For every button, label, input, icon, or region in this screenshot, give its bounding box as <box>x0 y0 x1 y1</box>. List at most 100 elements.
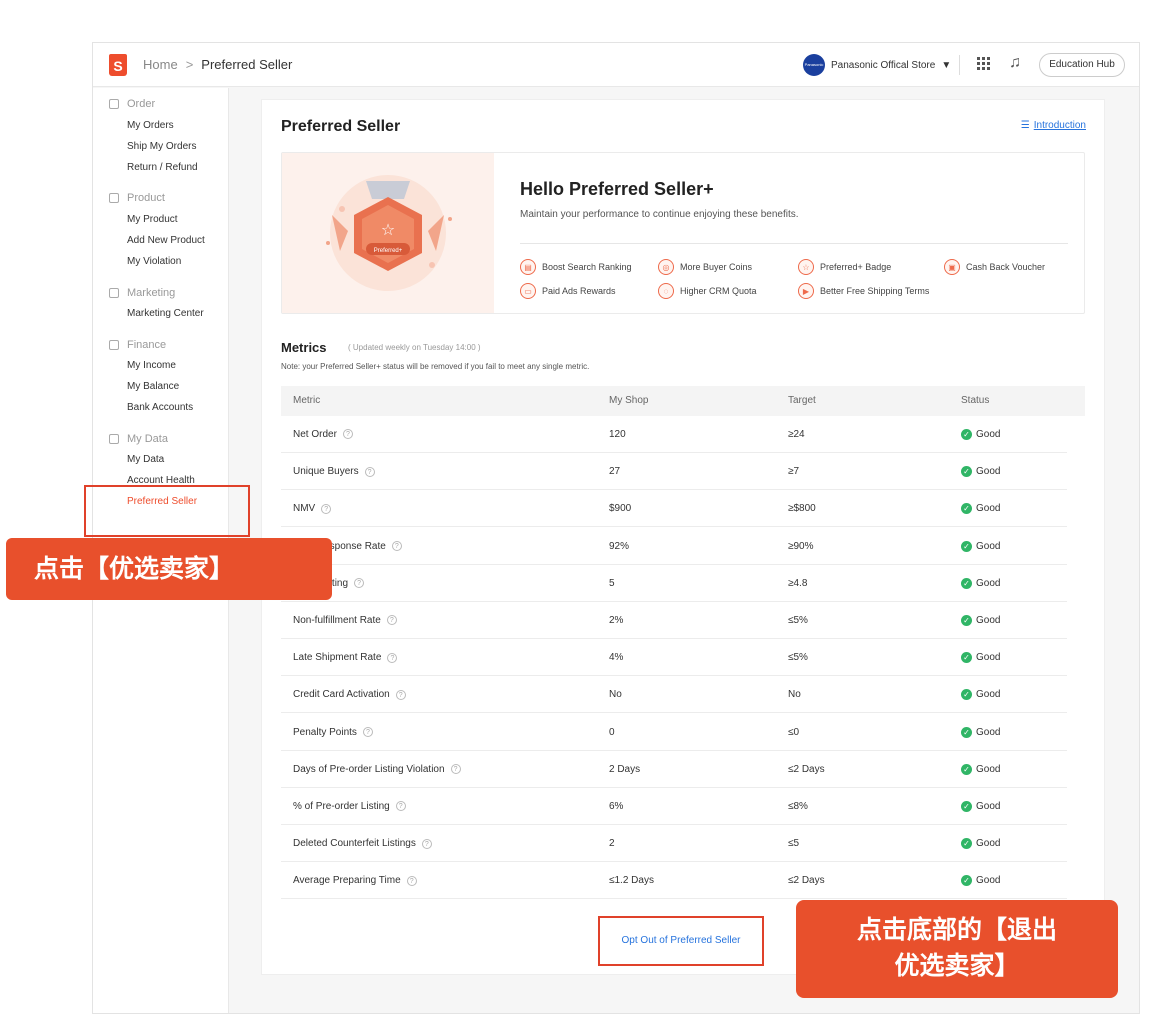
table-row: Days of Pre-order Listing Violation? 2 Da… <box>281 751 1067 788</box>
bell-icon[interactable]: ♫ <box>1009 54 1021 72</box>
target-value: ≤2 Days <box>788 875 825 887</box>
table-row: % of Pre-order Listing? 6% ≤8% ✓ Good <box>281 788 1067 825</box>
table-row: Non-fulfillment Rate? 2% ≤5% ✓ Good <box>281 602 1067 639</box>
tag-icon <box>109 288 119 298</box>
my-shop-value: 4% <box>609 652 624 664</box>
target-value: No <box>788 689 801 701</box>
sidebar-item-marketing-center[interactable]: Marketing Center <box>127 308 204 319</box>
table-row: Net Order? 120 ≥24 ✓ Good <box>281 416 1067 453</box>
metric-name: Penalty Points? <box>293 727 373 738</box>
my-shop-value: 5 <box>609 577 615 589</box>
sidebar-section-finance: Finance <box>109 339 166 351</box>
target-value: ≤5 <box>788 838 800 850</box>
help-icon[interactable]: ? <box>386 615 397 626</box>
my-shop-value: 27 <box>609 466 621 478</box>
benefit-more-coins: ◎ More Buyer Coins <box>658 259 752 275</box>
sidebar-item-ship-my-orders[interactable]: Ship My Orders <box>127 141 196 152</box>
sidebar-item-my-balance[interactable]: My Balance <box>127 381 179 392</box>
help-icon[interactable]: ? <box>387 652 398 663</box>
help-icon[interactable]: ? <box>321 503 332 514</box>
help-icon[interactable]: ? <box>450 764 461 775</box>
metrics-table-header: Metric My Shop Target Status <box>281 386 1085 416</box>
benefit-paid-ads: ▭ Paid Ads Rewards <box>520 283 616 299</box>
my-shop-value: ≤1.2 Days <box>609 875 654 887</box>
help-icon[interactable]: ? <box>391 540 402 551</box>
store-name: Panasonic Offical Store <box>831 59 936 71</box>
opt-out-button[interactable]: Opt Out of Preferred Seller <box>598 916 764 966</box>
help-icon[interactable]: ? <box>364 466 375 477</box>
callout-click-preferred-seller: 点击【优选卖家】 <box>6 538 332 600</box>
sidebar-item-my-orders[interactable]: My Orders <box>127 120 174 131</box>
status-badge: ✓ Good <box>961 652 1000 663</box>
chat-icon: ◌ <box>658 283 674 299</box>
col-my-shop: My Shop <box>609 395 649 406</box>
highlight-box-preferred-seller <box>84 485 250 537</box>
shopee-logo[interactable]: S <box>109 54 127 76</box>
benefit-boost-search: ▤ Boost Search Ranking <box>520 259 632 275</box>
store-switcher[interactable]: Panasonic Panasonic Offical Store ▼ <box>803 54 951 76</box>
sidebar-section-marketing: Marketing <box>109 287 175 299</box>
badge-icon: ☆ <box>798 259 814 275</box>
sidebar-item-my-income[interactable]: My Income <box>127 360 176 371</box>
status-badge: ✓ Good <box>961 726 1000 738</box>
table-row: Average Preparing Time? ≤1.2 Days ≤2 Days ✓… <box>281 862 1067 900</box>
breadcrumb-current: Preferred Seller <box>201 57 293 72</box>
status-badge: ✓ Good <box>961 540 1000 552</box>
benefit-cashback: ▣ Cash Back Voucher <box>944 259 1045 275</box>
introduction-link[interactable]: ☰ Introduction <box>1021 120 1086 131</box>
apps-grid-icon[interactable] <box>977 57 991 71</box>
callout-line-2: 优选卖家】 <box>894 952 1020 980</box>
callout-click-opt-out: 点击底部的【退出 优选卖家】 <box>796 900 1118 998</box>
help-icon[interactable]: ? <box>421 838 432 849</box>
divider <box>520 243 1068 244</box>
help-icon[interactable]: ? <box>406 875 417 886</box>
target-value: ≤0 <box>788 726 800 738</box>
target-value: ≥7 <box>788 466 800 478</box>
education-hub-button[interactable]: Education Hub <box>1039 53 1125 77</box>
ads-icon: ▭ <box>520 283 536 299</box>
main-content: Preferred Seller ☰ Introduction ☆ Preferr… <box>261 99 1105 975</box>
metric-name: Late Shipment Rate? <box>293 652 398 663</box>
sidebar-item-add-new-product[interactable]: Add New Product <box>127 235 205 246</box>
help-icon[interactable]: ? <box>395 689 406 700</box>
target-value: ≤5% <box>788 615 808 626</box>
store-avatar: Panasonic <box>803 54 825 76</box>
sidebar-section-product: Product <box>109 192 165 204</box>
help-icon[interactable]: ? <box>354 578 365 589</box>
help-icon[interactable]: ? <box>395 801 406 812</box>
col-metric: Metric <box>293 395 321 406</box>
target-value: ≥$800 <box>788 503 816 515</box>
metric-name: Unique Buyers? <box>293 466 375 477</box>
benefit-crm-quota: ◌ Higher CRM Quota <box>658 283 757 299</box>
wallet-icon <box>109 340 119 350</box>
medal-icon: ☆ Preferred+ <box>326 175 452 291</box>
my-shop-value: 92% <box>609 540 630 552</box>
svg-text:Preferred+: Preferred+ <box>374 248 403 254</box>
breadcrumb-home[interactable]: Home <box>143 57 178 72</box>
top-bar: S Home > Preferred Seller Panasonic Panaso… <box>93 43 1139 87</box>
status-badge: ✓ Good <box>961 577 1000 589</box>
metric-name: Average Preparing Time? <box>293 875 417 886</box>
sidebar-item-my-product[interactable]: My Product <box>127 214 178 225</box>
my-shop-value: 2% <box>609 615 624 626</box>
my-shop-value: No <box>609 689 622 701</box>
my-shop-value: 120 <box>609 429 626 440</box>
help-icon[interactable]: ? <box>342 429 353 440</box>
sidebar-item-return-refund[interactable]: Return / Refund <box>127 162 198 173</box>
breadcrumb: Home > Preferred Seller <box>143 57 292 72</box>
breadcrumb-separator: > <box>185 57 194 72</box>
sidebar-item-my-violation[interactable]: My Violation <box>127 256 181 267</box>
voucher-icon: ▣ <box>944 259 960 275</box>
check-icon: ✓ <box>961 540 972 552</box>
help-icon[interactable]: ? <box>362 726 373 737</box>
check-icon: ✓ <box>961 875 972 887</box>
status-badge: ✓ Good <box>961 838 1000 849</box>
target-value: ≤8% <box>788 801 808 812</box>
benefit-badge: ☆ Preferred+ Badge <box>798 259 891 275</box>
check-icon: ✓ <box>961 652 972 664</box>
sidebar-item-bank-accounts[interactable]: Bank Accounts <box>127 402 193 413</box>
coins-icon: ◎ <box>658 259 674 275</box>
divider <box>959 55 960 75</box>
banner-subtitle: Maintain your performance to continue en… <box>520 209 799 220</box>
sidebar-item-my-data[interactable]: My Data <box>127 454 164 465</box>
